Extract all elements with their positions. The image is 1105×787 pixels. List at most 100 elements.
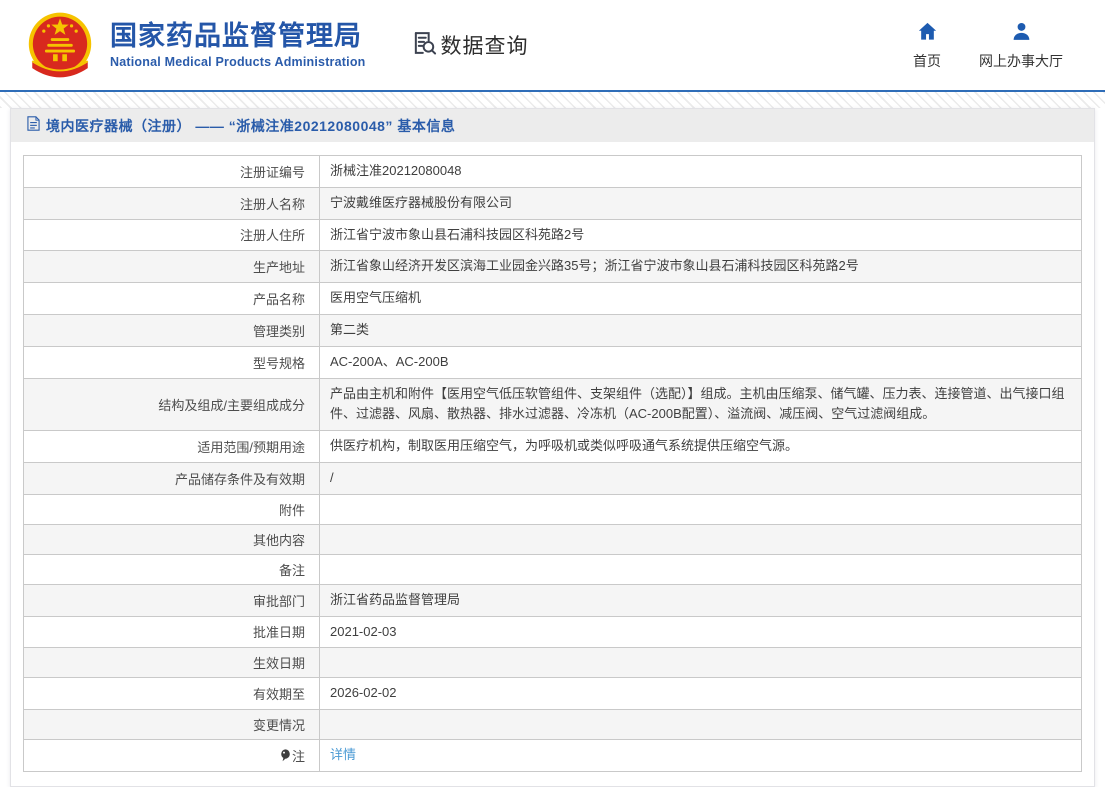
field-value: / — [319, 461, 1082, 495]
field-value-text: / — [330, 469, 334, 485]
field-label: 产品储存条件及有效期 — [23, 461, 320, 495]
table-row: 附件 — [23, 493, 1082, 525]
table-row: 审批部门 浙江省药品监督管理局 — [23, 583, 1082, 617]
field-value: 浙江省宁波市象山县石浦科技园区科苑路2号 — [319, 218, 1082, 252]
field-value-text: 产品由主机和附件【医用空气低压软管组件、支架组件（选配）】组成。主机由压缩泵、储… — [330, 385, 1065, 422]
table-row: 批准日期 2021-02-03 — [23, 615, 1082, 649]
data-query-section: 数据查询 — [410, 29, 529, 62]
field-label: 备注 — [23, 553, 320, 585]
field-label: 有效期至 — [23, 677, 320, 711]
field-label: 生效日期 — [23, 647, 320, 679]
details-link[interactable]: 详情 — [330, 747, 356, 762]
field-value: 详情 — [319, 739, 1082, 772]
field-value-text: 2026-02-02 — [330, 685, 397, 701]
table-row: 其他内容 — [23, 523, 1082, 555]
field-value-text: 浙江省宁波市象山县石浦科技园区科苑路2号 — [330, 226, 585, 242]
field-label: 适用范围/预期用途 — [23, 430, 320, 463]
org-name-en: National Medical Products Administration — [110, 55, 366, 70]
field-label-text: 变更情况 — [252, 718, 305, 734]
note-icon — [281, 749, 290, 762]
table-row: 生产地址 浙江省象山经济开发区滨海工业园金兴路35号；浙江省宁波市象山县石浦科技园… — [23, 250, 1082, 284]
site-header: 国家药品监督管理局 National Medical Products Admi… — [0, 0, 1105, 90]
table-row: 结构及组成/主要组成成分 产品由主机和附件【医用空气低压软管组件、支架组件（选配）… — [23, 377, 1082, 432]
field-value: 2021-02-03 — [319, 615, 1082, 649]
field-label: 注册证编号 — [23, 155, 320, 188]
field-value — [319, 709, 1082, 741]
field-value: 浙江省象山经济开发区滨海工业园金兴路35号；浙江省宁波市象山县石浦科技园区科苑路… — [319, 250, 1082, 284]
field-label-text: 管理类别 — [252, 323, 305, 339]
registration-info-table: 注册证编号 浙械注准20212080048 注册人名称 宁波戴维医疗器械股份有限公司注… — [23, 155, 1082, 772]
field-label-text: 备注 — [278, 562, 305, 578]
field-label-text: 注册证编号 — [239, 164, 305, 180]
field-value-text: 浙江省药品监督管理局 — [330, 591, 461, 607]
field-label: 产品名称 — [23, 282, 320, 315]
field-value: 宁波戴维医疗器械股份有限公司 — [319, 186, 1082, 220]
field-label: 附件 — [23, 493, 320, 525]
table-row: 注册证编号 浙械注准20212080048 — [23, 155, 1082, 188]
data-query-label: 数据查询 — [440, 35, 529, 58]
table-row: 产品名称 医用空气压缩机 — [23, 282, 1082, 315]
field-label: 型号规格 — [23, 345, 320, 379]
field-label-text: 结构及组成/主要组成成分 — [158, 397, 305, 413]
field-label: 批准日期 — [23, 615, 320, 649]
panel-title-bar: 境内医疗器械（注册） —— “浙械注准20212080048” 基本信息 — [11, 109, 1094, 142]
field-value-text: 供医疗机构，制取医用压缩空气，为呼吸机或类似呼吸通气系统提供压缩空气源。 — [330, 438, 799, 454]
table-row: 注册人住所 浙江省宁波市象山县石浦科技园区科苑路2号 — [23, 218, 1082, 252]
field-label: 变更情况 — [23, 709, 320, 741]
org-name-cn: 国家药品监督管理局 — [110, 20, 362, 51]
table-row: 注册人名称 宁波戴维医疗器械股份有限公司 — [23, 186, 1082, 220]
main-area: 境内医疗器械（注册） —— “浙械注准20212080048” 基本信息 注册证… — [0, 108, 1105, 787]
field-label: 生产地址 — [23, 250, 320, 284]
table-row: 变更情况 — [23, 709, 1082, 741]
field-label-text: 型号规格 — [252, 355, 305, 371]
field-value-text: 浙江省象山经济开发区滨海工业园金兴路35号；浙江省宁波市象山县石浦科技园区科苑路… — [330, 258, 859, 274]
field-label: 管理类别 — [23, 313, 320, 347]
field-value-text: 第二类 — [330, 321, 370, 337]
field-value-text: AC-200A、AC-200B — [330, 353, 449, 369]
field-label-text: 有效期至 — [252, 687, 305, 703]
field-label: 注册人名称 — [23, 186, 320, 220]
field-value — [319, 647, 1082, 679]
field-value: 供医疗机构，制取医用压缩空气，为呼吸机或类似呼吸通气系统提供压缩空气源。 — [319, 430, 1082, 463]
field-label-text: 适用范围/预期用途 — [197, 440, 305, 456]
field-value: 医用空气压缩机 — [319, 282, 1082, 315]
field-value — [319, 523, 1082, 555]
field-label-text: 注 — [291, 749, 305, 765]
page-title: 境内医疗器械（注册） —— “浙械注准20212080048” 基本信息 — [46, 117, 456, 134]
nav-service-hall-label: 网上办事大厅 — [979, 52, 1063, 69]
field-value-text: 2021-02-03 — [330, 623, 397, 639]
nav-service-hall[interactable]: 网上办事大厅 — [979, 20, 1063, 71]
national-emblem-logo — [20, 8, 100, 82]
table-row: 适用范围/预期用途 供医疗机构，制取医用压缩空气，为呼吸机或类似呼吸通气系统提供压… — [23, 430, 1082, 463]
field-value: 第二类 — [319, 313, 1082, 347]
field-label: 审批部门 — [23, 583, 320, 617]
top-nav: 首页 网上办事大厅 — [913, 20, 1063, 71]
table-row: 生效日期 — [23, 647, 1082, 679]
table-row: 有效期至 2026-02-02 — [23, 677, 1082, 711]
table-row: 产品储存条件及有效期 / — [23, 461, 1082, 495]
field-value-text: 宁波戴维医疗器械股份有限公司 — [330, 194, 513, 210]
table-row: 管理类别 第二类 — [23, 313, 1082, 347]
table-row: 型号规格 AC-200A、AC-200B — [23, 345, 1082, 379]
decorative-hatch-band — [0, 92, 1105, 108]
field-label-text: 生产地址 — [252, 260, 305, 276]
field-label-text: 其他内容 — [252, 532, 305, 548]
org-title-block: 国家药品监督管理局 National Medical Products Admi… — [110, 21, 366, 69]
field-value: 浙械注准20212080048 — [319, 155, 1082, 188]
field-label-text: 注册人名称 — [239, 196, 305, 212]
nav-home[interactable]: 首页 — [913, 20, 941, 71]
field-value — [319, 493, 1082, 525]
field-label: 其他内容 — [23, 523, 320, 555]
home-icon — [916, 20, 939, 48]
field-value: 浙江省药品监督管理局 — [319, 583, 1082, 617]
field-label-text: 产品名称 — [252, 292, 305, 308]
field-value — [319, 553, 1082, 585]
info-table-wrap: 注册证编号 浙械注准20212080048 注册人名称 宁波戴维医疗器械股份有限公司注… — [23, 155, 1082, 772]
document-icon — [27, 115, 40, 136]
field-value: 产品由主机和附件【医用空气低压软管组件、支架组件（选配）】组成。主机由压缩泵、储… — [319, 377, 1082, 432]
field-label-text: 产品储存条件及有效期 — [174, 471, 305, 487]
field-value-text: 浙械注准20212080048 — [330, 163, 462, 178]
field-label: 结构及组成/主要组成成分 — [23, 377, 320, 432]
field-label-text: 审批部门 — [252, 593, 305, 609]
table-row: 注 详情 — [23, 739, 1082, 772]
